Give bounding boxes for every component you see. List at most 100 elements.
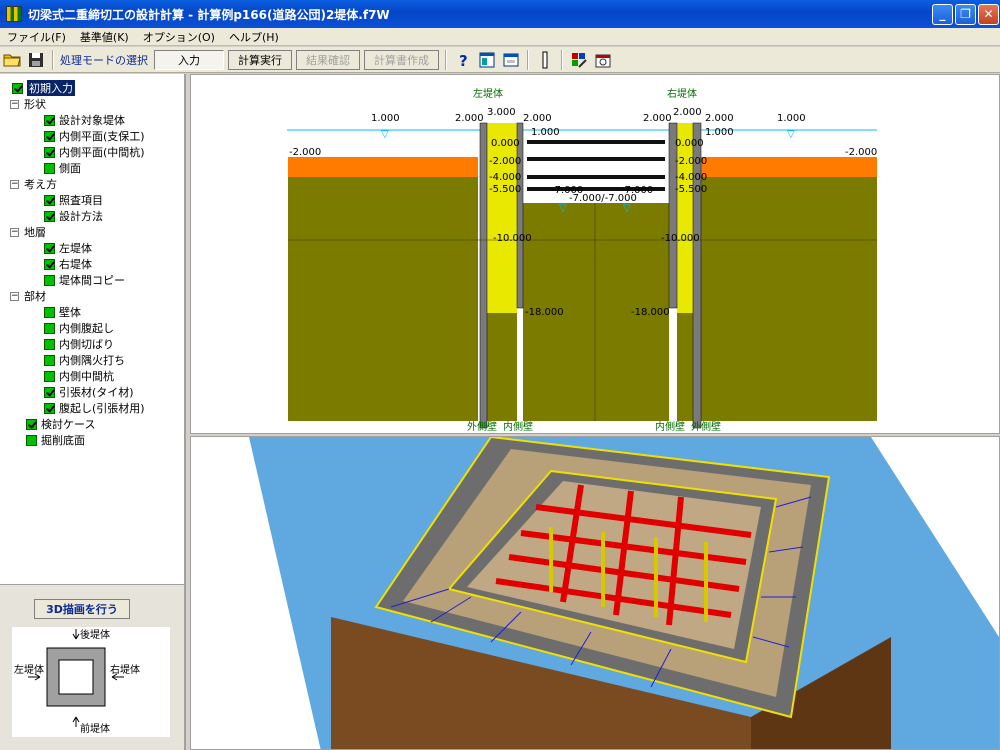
tree-item-label: 内側隅火打ち [59, 354, 125, 367]
left-wall-label[interactable]: 左堤体 [14, 663, 44, 676]
tree-item[interactable]: 側面 [44, 160, 81, 176]
right-outer-sheet-pile[interactable] [692, 122, 702, 429]
rear-wall-label[interactable]: 後堤体 [80, 628, 110, 641]
window-layout-icon[interactable] [477, 50, 497, 70]
strut-3[interactable] [527, 175, 665, 179]
status-checkbox-icon [44, 402, 55, 414]
tree-item[interactable]: 引張材(タイ材) [44, 384, 134, 400]
tree-group[interactable]: − 形状 [10, 96, 46, 112]
tree-item[interactable]: 設計対象堤体 [44, 112, 125, 128]
tree-group[interactable]: − 考え方 [10, 176, 57, 192]
tree-item[interactable]: 検討ケース [26, 416, 95, 432]
right-level: 0.000 [675, 138, 704, 149]
dim-label: 2.000 [455, 113, 484, 124]
menu-help[interactable]: ヘルプ(H) [222, 29, 286, 45]
excavation-level-pair: -7.000/-7.000 [569, 193, 637, 204]
close-button[interactable]: ✕ [978, 4, 999, 25]
tree-item[interactable]: 腹起し(引張材用) [44, 400, 145, 416]
tree-item[interactable]: 内側平面(支保工) [44, 128, 145, 144]
status-checkbox-icon [44, 258, 55, 270]
tree-item[interactable]: 掘削底面 [26, 432, 85, 448]
run-calculation-button[interactable]: 計算実行 [228, 49, 292, 70]
tree-item[interactable]: 内側切ばり [44, 336, 114, 352]
left-inner-sheet-pile[interactable] [516, 122, 524, 309]
right-level: -10.000 [661, 233, 700, 244]
tree-item[interactable]: 内側腹起し [44, 320, 114, 336]
menu-standard-values[interactable]: 基準値(K) [73, 29, 136, 45]
tree-item[interactable]: 壁体 [44, 304, 81, 320]
create-report-button[interactable]: 計算書作成 [364, 49, 439, 70]
collapse-toggle-icon[interactable]: − [10, 291, 19, 301]
tree-item-label: 照査項目 [59, 194, 103, 207]
left-wall-lower-soil [487, 313, 517, 421]
status-checkbox-icon [44, 386, 55, 398]
left-top-soil-layer [288, 157, 478, 177]
3d-model-view[interactable] [190, 436, 1000, 750]
title-bar[interactable]: 切梁式二重締切工の設計計算 - 計算例p166(道路公団)2堤体.f7W _ ❐… [0, 0, 1000, 28]
mode-select-label: 処理モードの選択 [60, 53, 148, 67]
tree-item-label: 検討ケース [41, 418, 96, 431]
vertical-bar-icon[interactable] [535, 50, 555, 70]
tree-item[interactable]: 内側隅火打ち [44, 352, 125, 368]
water-level-icon: ▽ [623, 203, 631, 214]
cross-section-view[interactable]: 左堤体 右堤体 1.000 2.000 3.000 2.000 2.000 2.… [190, 74, 1000, 434]
tree-item[interactable]: 照査項目 [44, 192, 103, 208]
calendar-clock-icon[interactable] [593, 50, 613, 70]
tree-item-label: 右堤体 [59, 258, 92, 271]
tree-item[interactable]: 内側平面(中間杭) [44, 144, 145, 160]
dim-label: 3.000 [487, 107, 516, 118]
left-outer-wall-label: 外側壁 [467, 420, 497, 433]
check-results-button[interactable]: 結果確認 [296, 49, 360, 70]
help-question-icon[interactable]: ? [453, 50, 473, 70]
tree-item[interactable]: 右堤体 [44, 256, 92, 272]
right-inner-wall-label: 内側壁 [655, 420, 685, 433]
draw-3d-button[interactable]: 3D描画を行う [34, 599, 130, 619]
edit-settings-icon[interactable] [569, 50, 589, 70]
right-inner-sheet-pile[interactable] [668, 122, 678, 309]
status-checkbox-icon [26, 434, 37, 446]
collapse-toggle-icon[interactable]: − [10, 99, 19, 109]
right-level: -2.000 [675, 156, 707, 167]
left-level: -5.500 [489, 184, 521, 195]
strut-2[interactable] [527, 157, 665, 161]
collapse-toggle-icon[interactable]: − [10, 179, 19, 189]
save-disk-icon[interactable] [26, 50, 46, 70]
toolbar-separator [445, 49, 447, 70]
water-level-icon: ▽ [381, 129, 389, 140]
tree-item-label: 内側平面(中間杭) [59, 146, 145, 159]
collapse-toggle-icon[interactable]: − [10, 227, 19, 237]
left-level: -4.000 [489, 172, 521, 183]
open-folder-icon[interactable] [2, 50, 22, 70]
status-checkbox-icon [44, 338, 55, 350]
right-wall-label[interactable]: 右堤体 [110, 663, 140, 676]
plan-selector-diagram: 後堤体 左堤体 右堤体 前堤体 [12, 627, 170, 737]
maximize-button[interactable]: ❐ [955, 4, 976, 25]
status-checkbox-icon [44, 354, 55, 366]
front-wall-label[interactable]: 前堤体 [80, 722, 110, 735]
tree-item[interactable]: 設計方法 [44, 208, 103, 224]
left-outer-sheet-pile[interactable] [479, 122, 488, 429]
tree-item-initial-input[interactable]: 初期入力 [12, 80, 75, 96]
input-mode-button[interactable]: 入力 [154, 49, 224, 70]
app-icon [6, 6, 22, 22]
toolbar-separator [561, 49, 563, 70]
menu-options[interactable]: オプション(O) [136, 29, 222, 45]
tree-item-label: 地層 [24, 226, 46, 239]
tree-item[interactable]: 内側中間杭 [44, 368, 114, 384]
tree-item[interactable]: 堤体間コピー [44, 272, 125, 288]
tree-item-label: 掘削底面 [41, 434, 85, 447]
menu-bar: ファイル(F) 基準値(K) オプション(O) ヘルプ(H) [0, 28, 1000, 46]
menu-file[interactable]: ファイル(F) [0, 29, 73, 45]
right-outer-soil [701, 177, 877, 421]
minimize-button[interactable]: _ [932, 4, 953, 25]
strut-1[interactable] [527, 140, 665, 144]
tree-group[interactable]: − 地層 [10, 224, 46, 240]
input-tree-pane: 初期入力 − 形状 設計対象堤体 内側平面(支保工) 内側平面(中間杭) 側面 − 考え方 照査項… [0, 74, 186, 750]
dialog-window-icon[interactable] [501, 50, 521, 70]
toolbar-separator [527, 49, 529, 70]
right-top-soil-layer [701, 157, 877, 177]
dim-label: 1.000 [371, 113, 400, 124]
left-level: -2.000 [489, 156, 521, 167]
tree-group[interactable]: − 部材 [10, 288, 46, 304]
tree-item[interactable]: 左堤体 [44, 240, 92, 256]
